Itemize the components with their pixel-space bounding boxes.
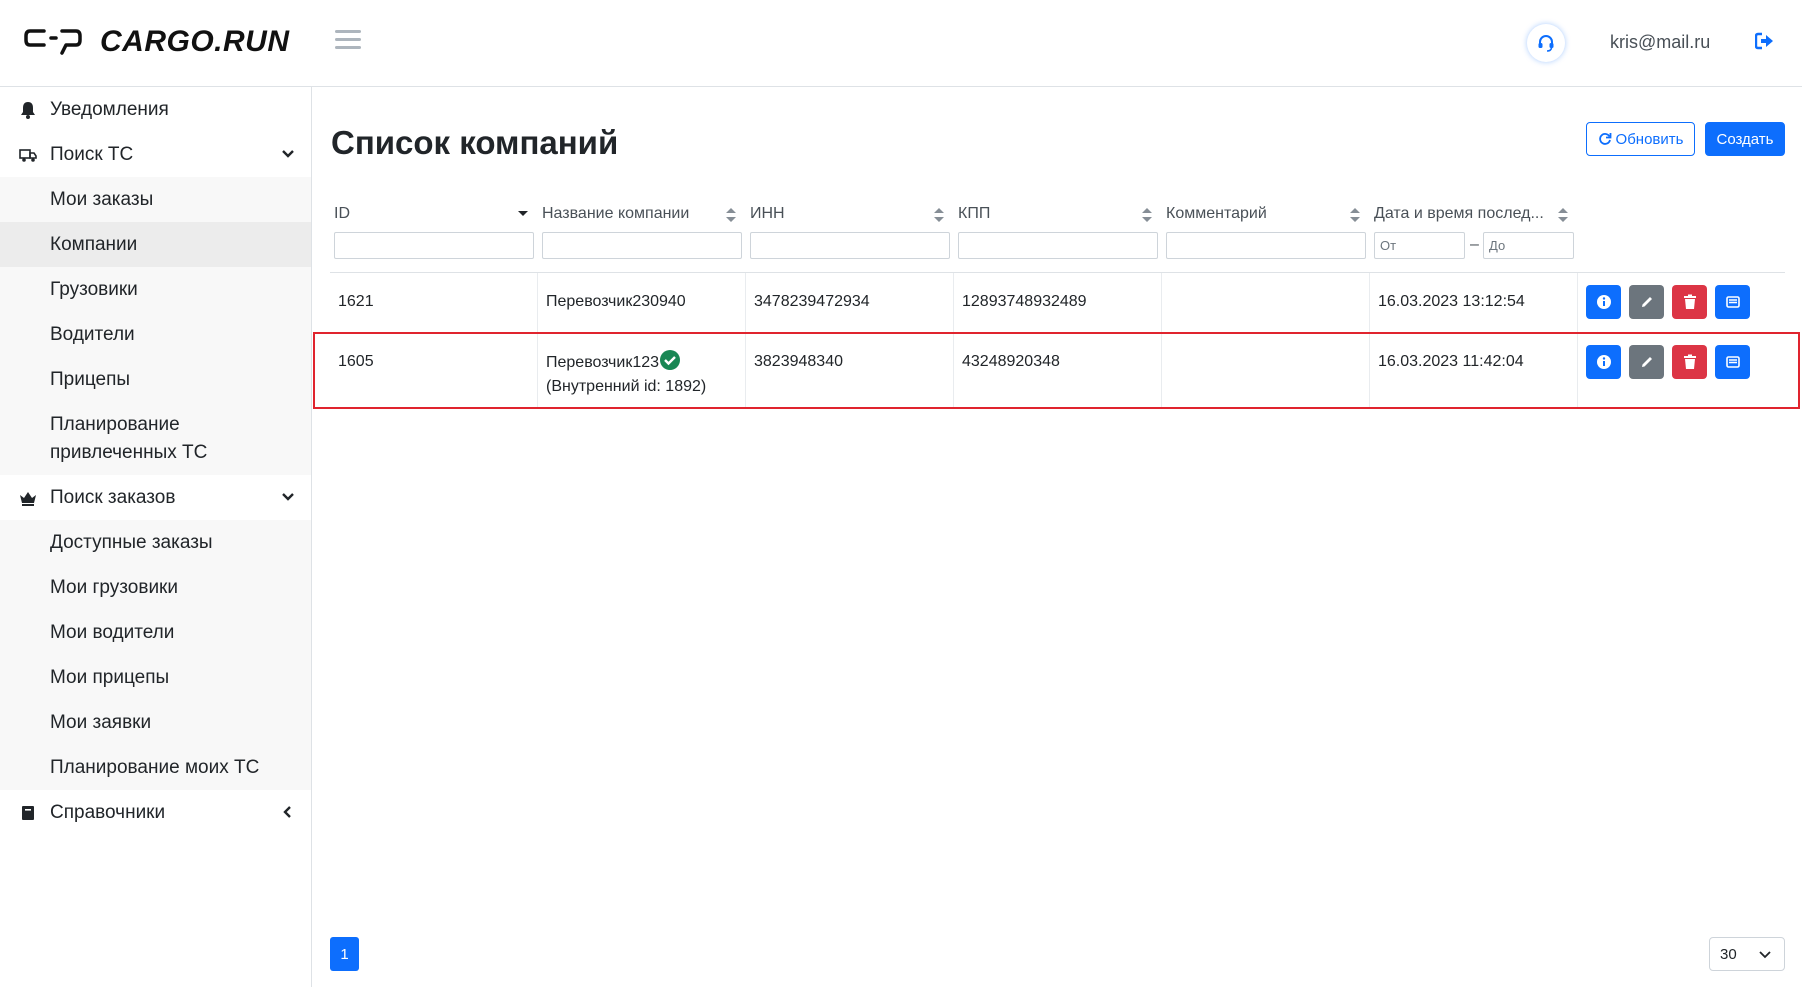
- sidebar-item-my-trucks[interactable]: Мои грузовики: [0, 565, 311, 610]
- book-icon: [22, 806, 34, 820]
- info-icon: [1596, 295, 1611, 309]
- sidebar-item-drivers[interactable]: Водители: [0, 312, 311, 357]
- sign-out-icon: [1754, 32, 1773, 50]
- vehicle-search-submenu: Мои заказы Компании Грузовики Водители П…: [0, 177, 311, 475]
- sidebar-item-available-orders[interactable]: Доступные заказы: [0, 520, 311, 565]
- create-button[interactable]: Создать: [1705, 122, 1785, 156]
- sidebar-item-vehicle-search[interactable]: Поиск ТС: [0, 132, 311, 177]
- pagination-page-1[interactable]: 1: [330, 937, 359, 971]
- crown-icon: [20, 492, 36, 506]
- logo[interactable]: CARGO.RUN: [24, 20, 290, 64]
- cell-kpp: 12893748932489: [954, 273, 1162, 332]
- row-actions: [1586, 285, 1758, 319]
- menu-toggle-button[interactable]: [335, 30, 361, 52]
- sidebar-item-my-drivers[interactable]: Мои водители: [0, 610, 311, 655]
- sidebar-item-planning-my-vehicles[interactable]: Планирование моих ТС: [0, 745, 311, 790]
- sidebar-item-trailers[interactable]: Прицепы: [0, 357, 311, 402]
- column-header-kpp[interactable]: КПП: [958, 196, 1158, 232]
- delete-button[interactable]: [1672, 285, 1707, 319]
- page-size-select[interactable]: 30: [1709, 937, 1785, 971]
- cell-comment: [1162, 273, 1370, 332]
- sidebar-item-notifications[interactable]: Уведомления: [0, 87, 311, 132]
- date-range-dash: –: [1470, 236, 1479, 253]
- sort-icon: [726, 208, 736, 222]
- sort-icon: [934, 208, 944, 222]
- sort-desc-icon: [518, 211, 528, 216]
- column-header-inn[interactable]: ИНН: [750, 196, 950, 232]
- refresh-icon: [1598, 133, 1611, 145]
- sidebar-item-references[interactable]: Справочники: [0, 790, 311, 835]
- user-email[interactable]: kris@mail.ru: [1610, 32, 1710, 53]
- filter-date-from-input[interactable]: От: [1374, 232, 1465, 259]
- info-button[interactable]: [1586, 285, 1621, 319]
- filter-comment-input[interactable]: [1166, 232, 1366, 259]
- cargo-logo-icon: [24, 29, 82, 55]
- filter-inn-input[interactable]: [750, 232, 950, 259]
- cell-name: Перевозчик230940: [538, 273, 746, 332]
- chevron-left-icon: [283, 806, 291, 818]
- page-title: Список компаний: [331, 124, 619, 161]
- envelope-icon: [1725, 296, 1740, 308]
- sidebar-item-label: Поиск заказов: [50, 486, 176, 508]
- table-row[interactable]: 1621 Перевозчик230940 3478239472934 1289…: [330, 272, 1785, 332]
- cell-id: 1621: [330, 273, 538, 332]
- column-header-comment[interactable]: Комментарий: [1166, 196, 1366, 232]
- sort-icon: [1350, 208, 1360, 222]
- sidebar-item-my-trailers[interactable]: Мои прицепы: [0, 655, 311, 700]
- sidebar-item-companies[interactable]: Компании: [0, 222, 311, 267]
- sidebar-item-trucks[interactable]: Грузовики: [0, 267, 311, 312]
- filter-kpp-input[interactable]: [958, 232, 1158, 259]
- filter-name-input[interactable]: [542, 232, 742, 259]
- filter-id-input[interactable]: [334, 232, 534, 259]
- pencil-icon: [1641, 297, 1652, 307]
- logo-text: CARGO.RUN: [100, 25, 290, 58]
- mail-button[interactable]: [1715, 285, 1750, 319]
- sidebar-item-label: Поиск ТС: [50, 143, 134, 165]
- row-highlight-frame: [313, 332, 1800, 409]
- bell-icon: [21, 102, 35, 119]
- refresh-button[interactable]: Обновить: [1586, 122, 1695, 156]
- filter-date-to-input[interactable]: До: [1483, 232, 1574, 259]
- sidebar: Уведомления Поиск ТС Мои заказы Компании…: [0, 87, 312, 987]
- cell-inn: 3478239472934: [746, 273, 954, 332]
- sidebar-item-label: Справочники: [50, 801, 166, 823]
- headset-icon: [1538, 35, 1554, 52]
- trash-icon: [1683, 294, 1696, 309]
- sort-icon: [1558, 208, 1568, 222]
- chevron-down-icon: [1759, 951, 1771, 959]
- sidebar-item-my-orders[interactable]: Мои заказы: [0, 177, 311, 222]
- edit-button[interactable]: [1629, 285, 1664, 319]
- order-search-submenu: Доступные заказы Мои грузовики Мои водит…: [0, 520, 311, 790]
- support-button[interactable]: [1527, 24, 1565, 62]
- top-header: CARGO.RUN kris@mail.ru: [0, 0, 1802, 87]
- sidebar-item-label: Уведомления: [50, 98, 169, 120]
- sidebar-item-planning-hired[interactable]: Планирование привлеченных ТС: [0, 402, 311, 475]
- column-header-datetime[interactable]: Дата и время послед...: [1374, 196, 1574, 232]
- sidebar-item-order-search[interactable]: Поиск заказов: [0, 475, 311, 520]
- chevron-down-icon: [282, 493, 294, 501]
- logout-button[interactable]: [1754, 32, 1775, 55]
- cell-datetime: 16.03.2023 13:12:54: [1370, 273, 1578, 332]
- sort-icon: [1142, 208, 1152, 222]
- chevron-down-icon: [282, 150, 294, 158]
- sidebar-item-my-requests[interactable]: Мои заявки: [0, 700, 311, 745]
- truck-icon: [19, 149, 37, 162]
- column-header-name[interactable]: Название компании: [542, 196, 742, 232]
- column-header-id[interactable]: ID: [334, 196, 534, 232]
